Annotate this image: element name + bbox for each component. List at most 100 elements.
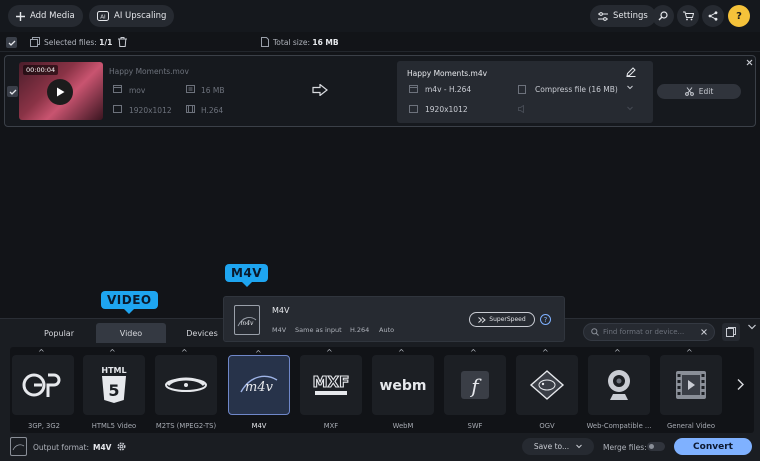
share-button[interactable]: [702, 5, 724, 27]
superspeed-icon: [478, 316, 487, 323]
format-tile-3gp[interactable]: ^: [12, 348, 74, 415]
preset-detail-codec: H.264: [350, 326, 370, 334]
ai-upscaling-label: AI Upscaling: [114, 11, 167, 21]
format-label-3gp: 3GP, 3G2: [28, 422, 60, 430]
chevron-up-icon: ^: [614, 348, 621, 357]
file-checkbox[interactable]: [7, 86, 18, 97]
format-tile-mxf[interactable]: ^ MXF: [300, 348, 362, 415]
tab-popular[interactable]: Popular: [24, 323, 94, 343]
chevron-down-icon[interactable]: [627, 85, 633, 90]
format-tile-m4v[interactable]: ^ m4v: [228, 349, 290, 415]
output-format[interactable]: m4v - H.264: [425, 85, 471, 94]
format-search-placeholder: Find format or device...: [603, 328, 685, 336]
chevron-down-icon[interactable]: [627, 106, 633, 111]
compress-file-dropdown[interactable]: Compress file (16 MB): [535, 85, 618, 94]
help-button[interactable]: ?: [728, 5, 750, 27]
theora-fish-icon: [527, 369, 567, 401]
preset-file-icon-text: m4v: [241, 320, 255, 327]
format-label-html5: HTML5 Video: [91, 422, 137, 430]
bluray-logo-icon: [164, 374, 208, 396]
html5-logo-number: 5: [108, 381, 119, 400]
format-tile-web-compatible[interactable]: ^: [588, 348, 650, 415]
convert-button[interactable]: Convert: [674, 438, 752, 455]
selected-files-text: Selected files: 1/1: [44, 38, 112, 47]
file-row[interactable]: 00:00:04 Happy Moments.mov mov 16 MB 192…: [4, 55, 756, 127]
video-thumbnail[interactable]: 00:00:04: [19, 62, 103, 120]
file-size-icon: [261, 37, 269, 47]
search-button[interactable]: [652, 5, 674, 27]
convert-arrow-icon: [312, 84, 328, 96]
ai-icon: AI: [97, 11, 109, 21]
format-label-ogv: OGV: [539, 422, 555, 430]
presets-button[interactable]: [722, 323, 740, 341]
audio-icon: [518, 105, 527, 113]
edit-label: Edit: [698, 87, 714, 96]
checkmark-icon: [9, 89, 17, 95]
format-tile-swf[interactable]: ^ f: [444, 348, 506, 415]
resolution-icon: [409, 105, 418, 113]
merge-files-toggle[interactable]: [647, 442, 665, 451]
superspeed-badge[interactable]: SuperSpeed: [469, 312, 535, 327]
chevron-down-icon: [576, 444, 583, 449]
tab-video[interactable]: Video: [96, 323, 166, 343]
selected-files-count: 1/1: [99, 38, 113, 47]
source-file-name: Happy Moments.mov: [109, 67, 189, 76]
cart-button[interactable]: [677, 5, 699, 27]
source-codec: H.264: [201, 106, 224, 115]
format-preset-popup[interactable]: m4v M4V M4V Same as input H.264 Auto Sup…: [223, 296, 565, 342]
mxf-logo-text: MXF: [313, 373, 350, 391]
m4v-callout: M4V: [225, 264, 269, 287]
pencil-icon[interactable]: [626, 67, 636, 77]
superspeed-label: SuperSpeed: [489, 316, 526, 323]
settings-button[interactable]: Settings: [590, 5, 656, 27]
add-media-button[interactable]: Add Media: [8, 5, 83, 27]
save-to-label: Save to...: [533, 442, 570, 451]
save-to-dropdown[interactable]: Save to...: [522, 438, 594, 455]
format-search-input[interactable]: Find format or device...: [583, 323, 715, 341]
chevron-right-icon[interactable]: [737, 379, 744, 390]
clear-icon[interactable]: [701, 329, 707, 335]
format-label-general-video: General Video: [667, 422, 715, 430]
presets-icon: [726, 327, 736, 337]
m4v-logo-text: m4v: [245, 380, 274, 395]
source-resolution: 1920x1012: [129, 106, 172, 115]
output-settings-box: Happy Moments.m4v m4v - H.264 Compress f…: [397, 61, 653, 123]
help-icon: ?: [736, 10, 742, 22]
format-label-web-compatible: Web-Compatible ...: [586, 422, 652, 430]
selected-files-label: Selected files:: [44, 38, 97, 47]
collapse-panel-icon[interactable]: [748, 324, 756, 330]
output-format-value[interactable]: M4V: [93, 443, 112, 452]
plus-icon: [16, 11, 25, 21]
preset-detail-bitrate: Auto: [379, 326, 395, 334]
gear-icon[interactable]: [116, 441, 127, 452]
m4v-logo-icon: m4v: [240, 375, 278, 395]
format-tile-webm[interactable]: ^ webm: [372, 348, 434, 415]
info-icon[interactable]: ?: [540, 314, 551, 325]
video-callout: VIDEO: [101, 291, 158, 314]
html5-logo-text: HTML: [101, 366, 126, 375]
files-icon: [30, 37, 40, 47]
play-button[interactable]: [47, 79, 73, 105]
chevron-up-icon: ^: [686, 348, 693, 357]
source-size: 16 MB: [201, 86, 225, 95]
resolution-icon: [113, 105, 122, 113]
format-tile-general-video[interactable]: ^: [660, 348, 722, 415]
format-tile-html5[interactable]: ^ HTML 5: [83, 348, 145, 415]
total-size-value: 16 MB: [312, 38, 339, 47]
top-toolbar: Add Media AI AI Upscaling Settings ?: [0, 0, 760, 32]
svg-text:AI: AI: [100, 14, 106, 20]
trash-icon[interactable]: [118, 37, 127, 47]
output-resolution[interactable]: 1920x1012: [425, 105, 468, 114]
edit-button[interactable]: Edit: [657, 84, 741, 99]
format-tile-m2ts[interactable]: ^: [155, 348, 217, 415]
compress-icon: [518, 85, 526, 94]
format-label-webm: WebM: [392, 422, 414, 430]
ai-upscaling-button[interactable]: AI AI Upscaling: [89, 5, 175, 27]
output-file-name: Happy Moments.m4v: [407, 69, 488, 78]
chevron-up-icon: ^: [398, 348, 405, 357]
selection-bar: Selected files: 1/1 Total size: 16 MB: [0, 32, 760, 52]
close-icon[interactable]: [746, 59, 753, 66]
select-all-checkbox[interactable]: [6, 37, 17, 48]
preset-detail-resolution: Same as input: [295, 326, 342, 334]
format-tile-ogv[interactable]: ^: [516, 348, 578, 415]
